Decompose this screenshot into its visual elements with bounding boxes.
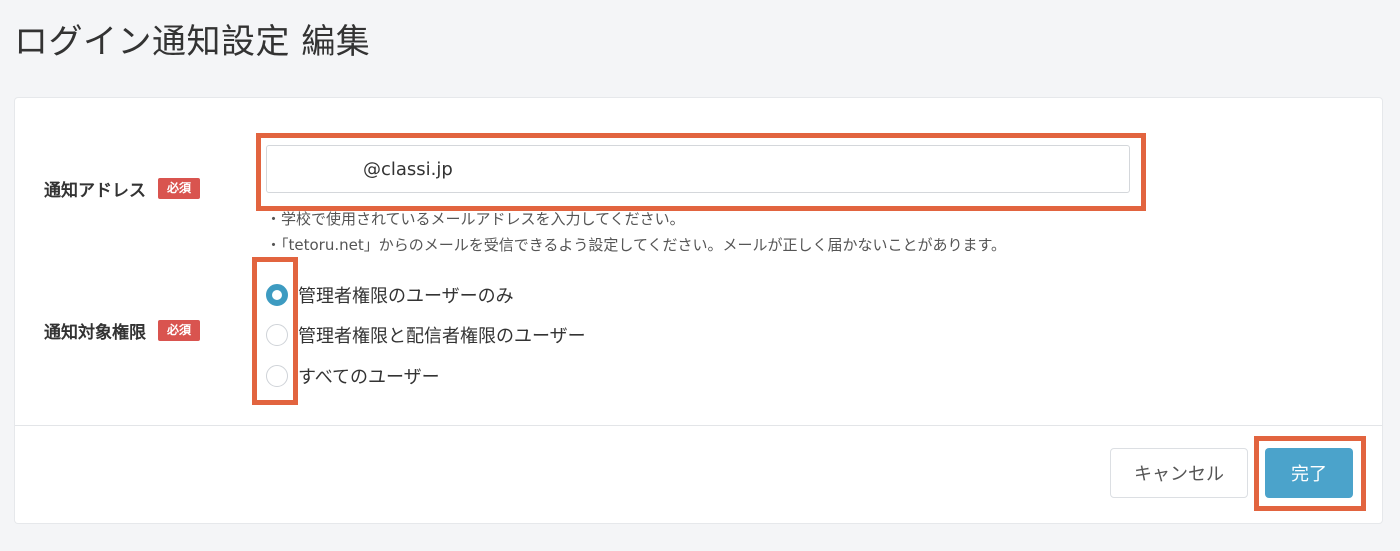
radio-option-admin-and-sender[interactable]: 管理者権限と配信者権限のユーザー — [266, 322, 586, 348]
settings-card: 通知アドレス 必須 ・学校で使用されているメールアドレスを入力してください。 ・… — [15, 98, 1382, 523]
done-button[interactable]: 完了 — [1265, 448, 1353, 498]
address-label-text: 通知アドレス — [44, 181, 146, 201]
radio-button-all-users[interactable] — [266, 365, 288, 387]
card-divider — [15, 425, 1382, 426]
radio-label-all-users: すべてのユーザー — [298, 367, 440, 388]
target-label-text: 通知対象権限 — [44, 323, 146, 343]
address-field-label: 通知アドレス 必須 — [44, 176, 201, 201]
notification-address-input[interactable] — [266, 145, 1130, 193]
radio-option-all-users[interactable]: すべてのユーザー — [266, 363, 440, 389]
radio-button-admin-and-sender[interactable] — [266, 324, 288, 346]
radio-option-admin-only[interactable]: 管理者権限のユーザーのみ — [266, 282, 514, 308]
required-badge: 必須 — [158, 320, 201, 341]
cancel-button[interactable]: キャンセル — [1110, 448, 1248, 498]
radio-label-admin-and-sender: 管理者権限と配信者権限のユーザー — [298, 326, 586, 347]
radio-button-admin-only[interactable] — [266, 284, 288, 306]
required-badge: 必須 — [158, 178, 201, 199]
target-field-label: 通知対象権限 必須 — [44, 318, 201, 343]
page-title: ログイン通知設定 編集 — [14, 22, 371, 62]
radio-label-admin-only: 管理者権限のユーザーのみ — [298, 286, 514, 307]
address-help-2: ・「tetoru.net」からのメールを受信できるよう設定してください。メールが… — [266, 236, 1007, 254]
address-help-1: ・学校で使用されているメールアドレスを入力してください。 — [266, 210, 685, 228]
